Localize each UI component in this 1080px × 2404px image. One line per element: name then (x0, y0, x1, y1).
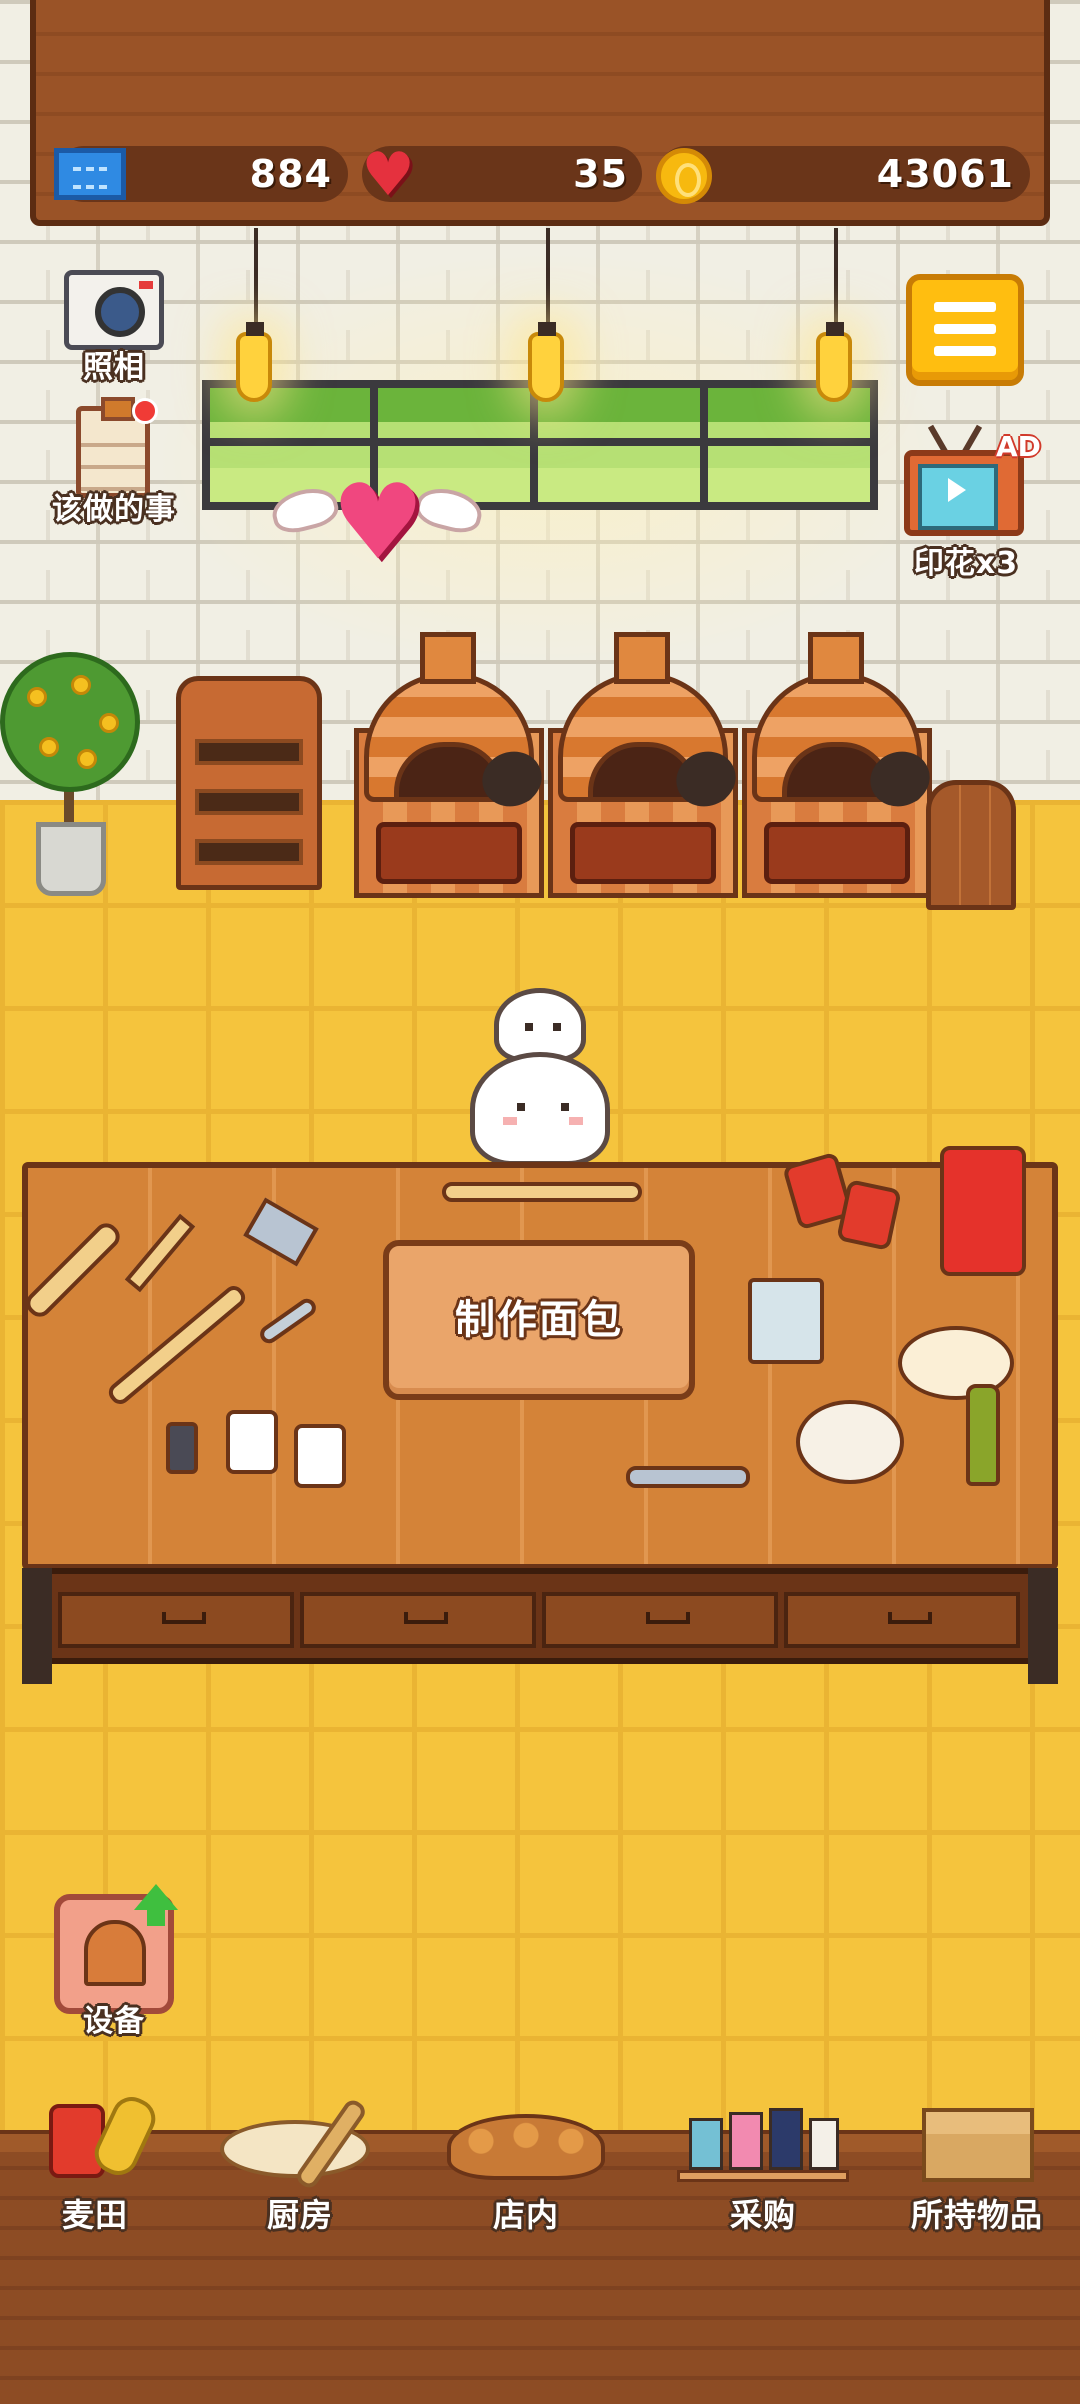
hearts-value: 35 (573, 152, 628, 196)
todo-label: 该做的事 (52, 492, 176, 527)
light-bulb-icon (528, 322, 564, 402)
tickets-value: 884 (249, 152, 332, 196)
light-bulb-icon (236, 322, 272, 402)
rolling-pin-icon (442, 1182, 642, 1202)
kitchen-scale-icon (940, 1146, 1026, 1276)
nav-store[interactable]: 店内 (436, 2094, 616, 2244)
nav-wheat-field[interactable]: 麦田 (20, 2090, 170, 2244)
whisk-icon (626, 1466, 750, 1488)
lemon-tree-icon (0, 652, 140, 792)
shopping-icon (673, 2094, 853, 2184)
lamp-cord (834, 228, 838, 336)
nav-label: 厨房 (266, 2196, 333, 2234)
kitchen-icon (210, 2094, 390, 2192)
notification-dot (132, 398, 158, 424)
workbench-drawers (22, 1568, 1058, 1664)
store-icon (441, 2094, 611, 2184)
table-leg (22, 1568, 52, 1684)
flour-bowl-icon (796, 1400, 904, 1484)
stamp-label: 印花x3 (913, 546, 1019, 581)
lamp-cord (546, 228, 550, 336)
coin-icon (656, 148, 712, 204)
hamburger-icon (934, 302, 996, 312)
oven-1[interactable] (354, 632, 550, 900)
oven-2[interactable] (548, 632, 744, 900)
ad-badge: AD (996, 430, 1041, 463)
wheat-field-icon (35, 2090, 162, 2184)
window-frame (210, 438, 870, 446)
nav-kitchen[interactable]: 厨房 (200, 2094, 400, 2244)
spice-jar-icon (166, 1422, 198, 1474)
coins-counter: 43061 (658, 146, 1030, 202)
game-screen: 884 35 ♥ 43061 照相 该做的事 AD 印花x3 ♥ 制作面包 设备… (0, 0, 1080, 2404)
upgrade-arrow-icon (134, 1884, 178, 1926)
nav-label: 店内 (492, 2196, 559, 2234)
bread-rack[interactable] (176, 676, 322, 890)
menu-button[interactable] (906, 274, 1024, 386)
nav-label: 所持物品 (910, 2196, 1043, 2234)
plant-pot (36, 822, 106, 896)
hamburger-icon (934, 346, 996, 356)
make-bread-label: 制作面包 (455, 1297, 623, 1343)
hamburger-icon (934, 324, 996, 334)
jar-icon (226, 1410, 278, 1474)
equipment-label: 设备 (83, 2004, 145, 2039)
oven-3[interactable] (742, 632, 938, 900)
oil-bottle-icon (966, 1384, 1000, 1486)
nav-inventory[interactable]: 所持物品 (892, 2094, 1062, 2244)
coins-value: 43061 (876, 152, 1014, 196)
measuring-cup-icon (748, 1278, 824, 1364)
winged-heart-icon[interactable]: ♥ (330, 470, 426, 574)
heart-icon: ♥ (361, 140, 415, 210)
lamp-cord (254, 228, 258, 336)
make-bread-button[interactable]: 制作面包 (383, 1240, 695, 1400)
ticket-icon (54, 148, 126, 200)
inventory-box-icon (912, 2094, 1042, 2184)
light-bulb-icon (816, 322, 852, 402)
nav-label: 麦田 (61, 2196, 128, 2234)
nav-label: 采购 (729, 2196, 796, 2234)
baker-character-large (470, 1052, 610, 1166)
jar-icon (294, 1424, 346, 1488)
table-leg (1028, 1568, 1058, 1684)
camera-label: 照相 (83, 350, 145, 385)
camera-icon (64, 270, 164, 350)
baker-character-small (494, 988, 586, 1062)
firewood-stack (926, 780, 1016, 910)
nav-shopping[interactable]: 采购 (668, 2094, 858, 2244)
